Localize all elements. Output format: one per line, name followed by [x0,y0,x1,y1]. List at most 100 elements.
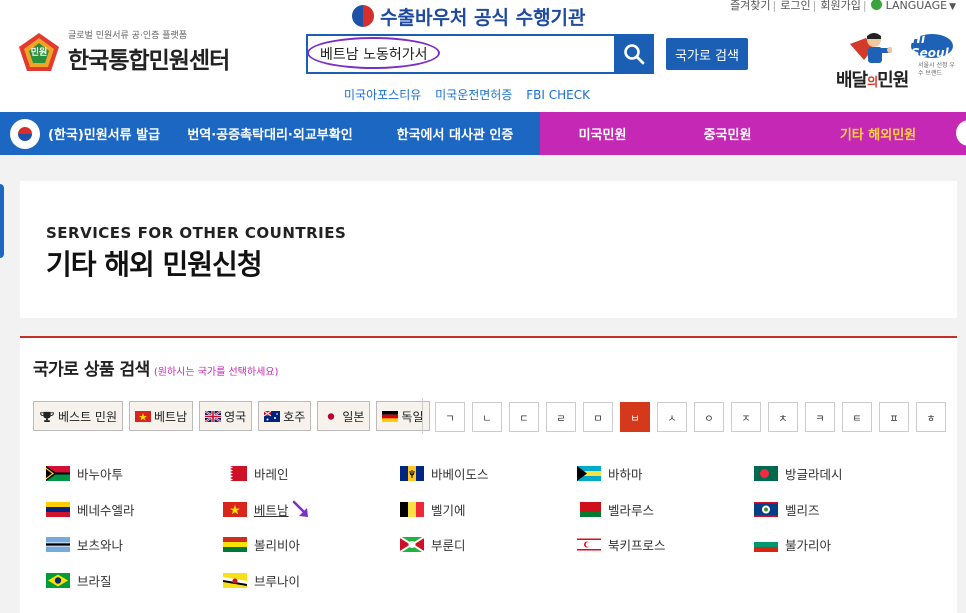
site-logo[interactable]: 민원 글로벌 민원서류 공·인증 플랫폼 한국통합민원센터 [18,28,230,75]
country-brunei[interactable]: 브루나이 [223,563,400,599]
germany-flag-icon [382,410,399,422]
country-bahrain[interactable]: 바레인 [223,456,400,492]
bolivia-flag-icon [223,537,247,553]
consonant-button[interactable]: ㅎ [916,402,946,432]
japan-button[interactable]: 일본 [317,401,371,431]
country-bangladesh[interactable]: 방글라데시 [754,456,931,492]
bulgaria-flag-icon [754,537,778,553]
consonant-button[interactable]: ㅌ [842,402,872,432]
voucher-text: 수출바우처 공식 수행기관 [380,6,586,29]
country-bulgaria[interactable]: 불가리아 [754,527,931,563]
nav-other-overseas[interactable]: 기타 해외민원 [790,112,966,155]
nav-korea-documents[interactable]: (한국)민원서류 발급 [0,112,170,155]
delivery-brand-logo[interactable]: Hi Seoul 배달의민원 서울시 선정 우수 브랜드 [836,30,960,91]
brunei-flag-icon [223,572,247,588]
country-list: 바누아투 바레인 바베이도스 바하마 방글라데시 베네수엘라 베트남 벨기에 벨… [46,456,946,598]
page-title-english: SERVICES FOR OTHER COUNTRIES [46,224,347,242]
consonant-button[interactable]: ㄱ [435,402,465,432]
australia-button[interactable]: 호주 [258,401,312,431]
nav-label: (한국)민원서류 발급 [47,128,161,143]
quick-link-fbi-check[interactable]: FBI CHECK [526,88,590,102]
logo-title: 한국통합민원센터 [68,48,230,74]
country-search-button[interactable]: 국가로 검색 [666,38,748,70]
language-selector[interactable]: LANGUAGE [886,0,948,12]
belize-flag-icon [754,501,778,517]
barbados-flag-icon [400,466,424,482]
country-venezuela[interactable]: 베네수엘라 [46,492,223,528]
filter-divider [422,398,423,434]
australia-flag-icon [264,410,281,422]
bookmark-link[interactable]: 즐겨찾기 [730,0,770,12]
consonant-button[interactable]: ㅁ [583,402,613,432]
initial-consonant-filter: ㄱ ㄴ ㄷ ㄹ ㅁ ㅂ ㅅ ㅇ ㅈ ㅊ ㅋ ㅌ ㅍ ㅎ [435,402,953,432]
consonant-button[interactable]: ㅋ [805,402,835,432]
nav-translation-notary[interactable]: 번역·공증촉탁대리·외교부확인 [170,112,370,155]
belgium-flag-icon [400,501,424,517]
search-icon [624,44,645,65]
consonant-button[interactable]: ㅍ [879,402,909,432]
country-row: 베네수엘라 베트남 벨기에 벨라루스 벨리즈 [46,492,946,528]
country-northern-cyprus[interactable]: 북키프로스 [577,527,754,563]
country-row: 브라질 브루나이 [46,563,946,599]
country-burundi[interactable]: 부룬디 [400,527,577,563]
country-product-search: 국가로 상품 검색 (원하시는 국가를 선택하세요) 베스트 민원 베트남 영국 … [20,336,957,613]
nav-embassy-certification[interactable]: 한국에서 대사관 인증 [370,112,540,155]
country-bolivia[interactable]: 볼리비아 [223,527,400,563]
consonant-button[interactable]: ㄹ [546,402,576,432]
country-botswana[interactable]: 보츠와나 [46,527,223,563]
country-row: 보츠와나 볼리비아 부룬디 북키프로스 불가리아 [46,527,946,563]
country-belize[interactable]: 벨리즈 [754,492,931,528]
search-input[interactable] [308,36,614,72]
nav-china-services[interactable]: 중국민원 [665,112,790,155]
country-brazil[interactable]: 브라질 [46,563,223,599]
search-field[interactable] [306,34,616,74]
consonant-button[interactable]: ㅇ [694,402,724,432]
page-title: 기타 해외 민원신청 [46,248,263,281]
country-row: 바누아투 바레인 바베이도스 바하마 방글라데시 [46,456,946,492]
bahamas-flag-icon [577,466,601,482]
japan-flag-icon [323,410,340,422]
delivery-caption: 서울시 선정 우수 브랜드 [918,62,955,77]
country-belarus[interactable]: 벨라루스 [577,492,754,528]
country-vietnam[interactable]: 베트남 [223,492,400,528]
logo-subtitle: 글로벌 민원서류 공·인증 플랫폼 [68,31,188,41]
country-vanuatu[interactable]: 바누아투 [46,456,223,492]
trophy-icon [40,411,54,422]
brazil-flag-icon [46,572,70,588]
vanuatu-flag-icon [46,466,70,482]
popular-links: 미국아포스티유 미국운전면허증 FBI CHECK [344,86,600,103]
consonant-button[interactable]: ㅈ [731,402,761,432]
quick-country-buttons: 베스트 민원 베트남 영국 호주 일본 독일 [33,401,436,431]
hi-seoul-badge: Hi Seoul [911,32,953,60]
delivery-wordmark: 배달의민원 [836,70,909,91]
korea-emblem-icon [352,5,374,27]
country-belgium[interactable]: 벨기에 [400,492,577,528]
main-navigation: (한국)민원서류 발급 번역·공증촉탁대리·외교부확인 한국에서 대사관 인증 … [0,112,966,155]
search-button[interactable] [614,34,654,74]
country-bahamas[interactable]: 바하마 [577,456,754,492]
consonant-button[interactable]: ㅅ [657,402,687,432]
best-services-button[interactable]: 베스트 민원 [33,401,124,431]
vietnam-button[interactable]: 베트남 [129,401,194,431]
caret-down-icon: ▼ [949,2,956,12]
logo-badge-text: 민원 [30,47,48,58]
signup-link[interactable]: 회원가입 [820,0,860,12]
section-note: (원하시는 국가를 선택하세요) [153,367,279,378]
login-link[interactable]: 로그인 [780,0,810,12]
uk-button[interactable]: 영국 [199,401,253,431]
consonant-button-selected[interactable]: ㅂ [620,402,650,432]
consonant-button[interactable]: ㅊ [768,402,798,432]
section-heading: 국가로 상품 검색 (원하시는 국가를 선택하세요) [33,355,278,380]
bangladesh-flag-icon [754,466,778,482]
nav-us-services[interactable]: 미국민원 [540,112,665,155]
consonant-button[interactable]: ㄴ [472,402,502,432]
site-header: 즐겨찾기 | 로그인 | 회원가입 | LANGUAGE ▼ 수출바우처 공식 수행기관 민원… [0,0,966,112]
quick-link-us-license[interactable]: 미국운전면허증 [435,88,512,102]
burundi-flag-icon [400,537,424,553]
side-quick-tab[interactable] [0,184,4,258]
vietnam-flag-icon [223,501,247,517]
quick-link-us-apostille[interactable]: 미국아포스티유 [344,88,421,102]
consonant-button[interactable]: ㄷ [509,402,539,432]
country-barbados[interactable]: 바베이도스 [400,456,577,492]
voucher-banner: 수출바우처 공식 수행기관 [352,3,586,29]
